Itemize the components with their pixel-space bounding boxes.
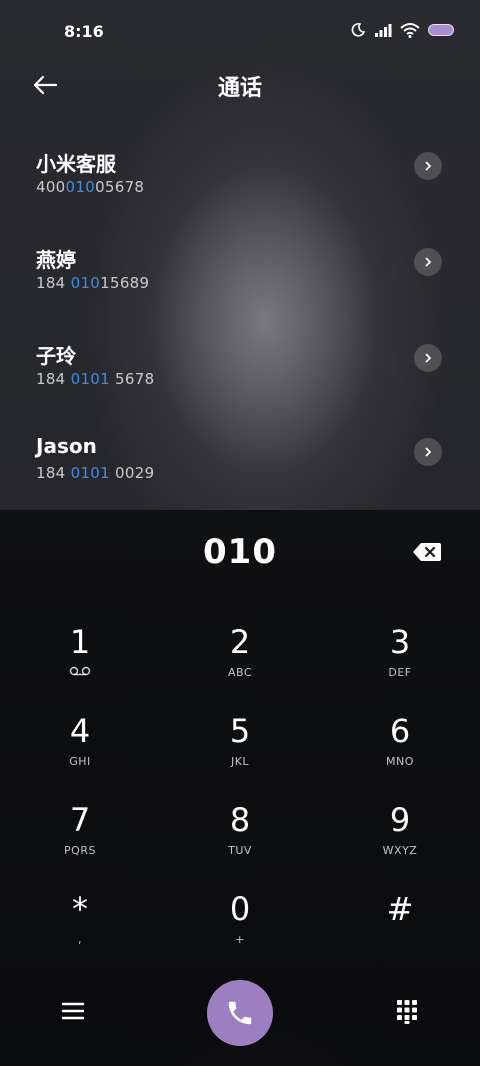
key-6[interactable]: 6 MNO (340, 713, 460, 793)
number-prefix: 400 (36, 178, 66, 196)
key-0[interactable]: 0 + (180, 891, 300, 971)
key-letters: TUV (228, 844, 252, 857)
number-match: 0101 (70, 464, 110, 482)
number-suffix: 5678 (109, 370, 155, 388)
number-suffix: 05678 (95, 178, 145, 196)
keypad-icon[interactable] (394, 998, 420, 1024)
key-hash[interactable]: # (340, 891, 460, 971)
contact-row[interactable]: 子玲 184 0101 5678 (0, 332, 480, 412)
key-2[interactable]: 2 ABC (180, 624, 300, 704)
status-bar: 8:16 (0, 0, 480, 64)
voicemail-icon (69, 666, 91, 676)
key-8[interactable]: 8 TUV (180, 802, 300, 882)
battery-icon (428, 24, 454, 36)
key-letters: MNO (386, 755, 414, 768)
number-match: 010 (65, 178, 96, 196)
key-9[interactable]: 9 WXYZ (340, 802, 460, 882)
key-digit: 1 (69, 623, 91, 661)
key-4[interactable]: 4 GHI (20, 713, 140, 793)
dialed-number: 010 (203, 532, 277, 572)
chevron-right-icon[interactable] (414, 248, 442, 276)
phone-icon (228, 1001, 252, 1025)
key-letters: ABC (227, 666, 253, 679)
key-digit: 9 (389, 801, 411, 839)
number-match: 0101 (70, 370, 110, 388)
call-button[interactable] (207, 980, 273, 1046)
key-7[interactable]: 7 PQRS (20, 802, 140, 882)
contact-number: 184 0101 0029 (36, 464, 154, 482)
page-title: 通话 (217, 76, 262, 101)
key-3[interactable]: 3 DEF (340, 624, 460, 704)
key-star[interactable]: * , (20, 891, 140, 971)
number-suffix: 0029 (109, 464, 155, 482)
contact-row[interactable]: Jason 184 0101 0029 (0, 426, 480, 506)
key-digit: 3 (389, 623, 411, 661)
contact-number: 40001005678 (36, 178, 144, 196)
key-digit: 2 (229, 623, 251, 661)
status-icons (350, 22, 454, 38)
number-prefix: 184 (36, 274, 71, 292)
key-digit: 6 (389, 712, 411, 750)
moon-icon (351, 23, 366, 37)
contact-name: 燕婷 (36, 248, 76, 272)
contact-row[interactable]: 小米客服 40001005678 (0, 140, 480, 220)
key-letters: + (235, 933, 245, 946)
contact-name: 子玲 (36, 344, 76, 368)
number-prefix: 184 (36, 464, 71, 482)
key-letters: GHI (69, 755, 91, 768)
header: 通话 (0, 60, 480, 108)
backspace-icon[interactable] (412, 540, 442, 564)
contact-number: 184 0101 5678 (36, 370, 154, 388)
status-time: 8:16 (64, 22, 104, 41)
key-letters: , (78, 933, 82, 946)
key-letters: PQRS (64, 844, 96, 857)
chevron-right-icon[interactable] (414, 344, 442, 372)
key-letters: DEF (388, 666, 412, 679)
key-5[interactable]: 5 JKL (180, 713, 300, 793)
chevron-right-icon[interactable] (414, 152, 442, 180)
key-digit: 8 (229, 801, 251, 839)
contact-row[interactable]: 燕婷 184 01015689 (0, 236, 480, 316)
signal-icon (375, 24, 392, 37)
contact-name: 小米客服 (36, 152, 116, 176)
key-1[interactable]: 1 (20, 624, 140, 704)
key-digit: 7 (69, 801, 91, 839)
chevron-right-icon[interactable] (414, 438, 442, 466)
bottom-bar (0, 980, 480, 1046)
key-digit: * (72, 890, 88, 928)
number-prefix: 184 (36, 370, 71, 388)
key-digit: 4 (69, 712, 91, 750)
contact-name: Jason (36, 434, 97, 458)
key-letters: JKL (230, 755, 250, 768)
key-digit: # (386, 890, 414, 928)
menu-icon[interactable] (58, 998, 88, 1024)
key-letters: WXYZ (382, 844, 418, 857)
number-match: 010 (70, 274, 101, 292)
key-digit: 0 (229, 890, 251, 928)
number-suffix: 15689 (100, 274, 150, 292)
wifi-icon (400, 23, 420, 38)
key-digit: 5 (229, 712, 251, 750)
contact-number: 184 01015689 (36, 274, 149, 292)
